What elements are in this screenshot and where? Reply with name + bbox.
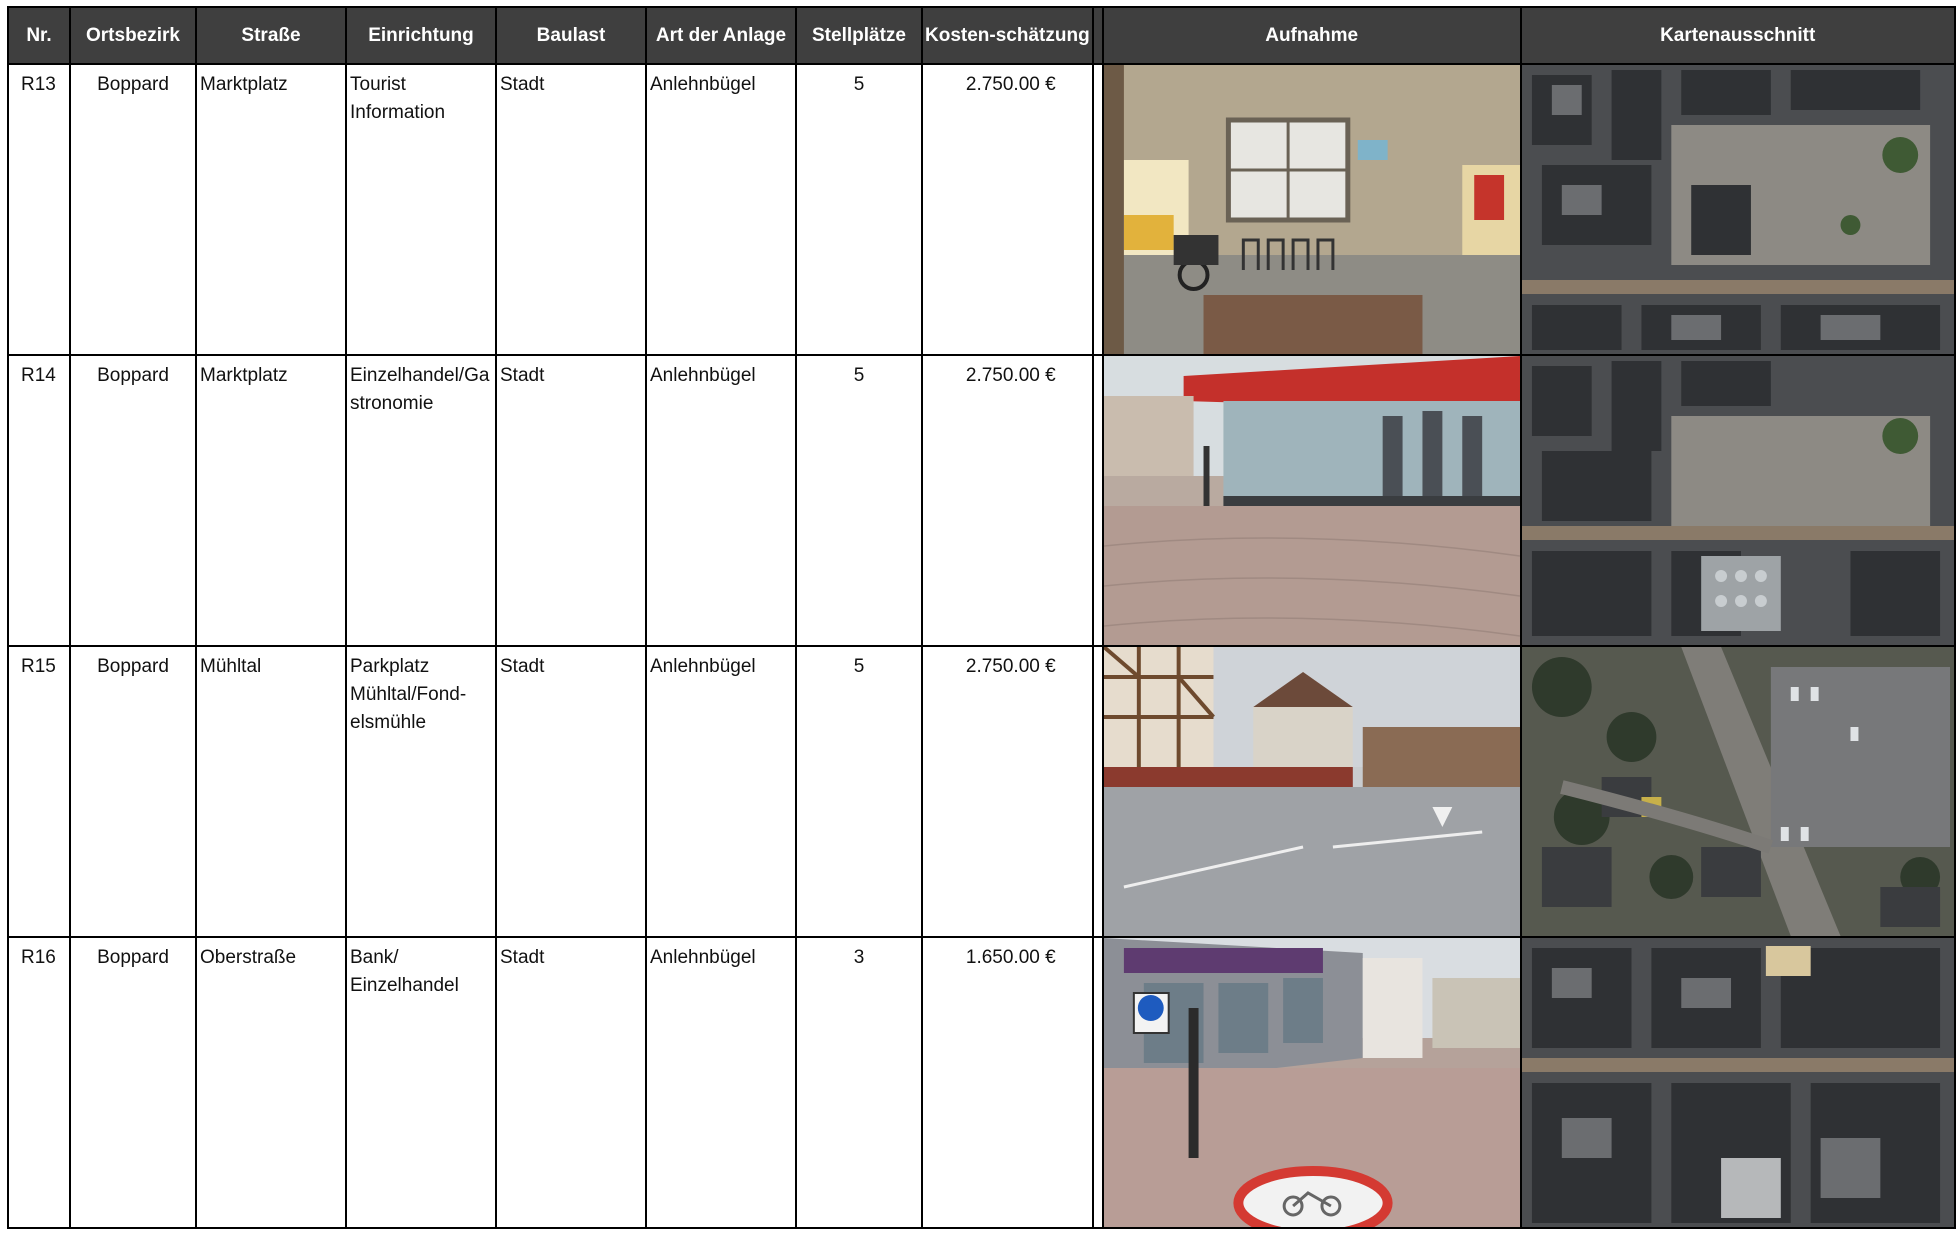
cell-nr: R13 — [7, 63, 71, 356]
baulast-value: Stadt — [500, 74, 545, 95]
strasse-value: Oberstraße — [200, 947, 297, 968]
cell-einrichtung: Tourist Information — [345, 63, 497, 356]
header-einrichtung: Einrichtung — [345, 6, 497, 65]
nr-value: R16 — [21, 947, 56, 968]
table-row: R13 Boppard Marktplatz Tourist Informati… — [7, 63, 1956, 356]
cell-ortsbezirk: Boppard — [69, 354, 197, 647]
einrichtung-line: Mühltal/Fond- — [350, 684, 467, 705]
baulast-value: Stadt — [500, 365, 545, 386]
einrichtung-line: elsmühle — [350, 712, 427, 733]
baulast-value: Stadt — [500, 656, 545, 677]
cell-ortsbezirk: Boppard — [69, 645, 197, 938]
cell-ortsbezirk: Boppard — [69, 63, 197, 356]
art-value: Anlehnbügel — [650, 947, 756, 968]
kosten-value: 1.650.00 € — [965, 947, 1056, 968]
cell-strasse: Marktplatz — [195, 63, 347, 356]
header-kosten: Kosten-schätzung — [921, 6, 1094, 65]
kosten-value: 2.750.00 € — [965, 74, 1056, 95]
art-value: Anlehnbügel — [650, 656, 756, 677]
ortsbezirk-value: Boppard — [97, 365, 169, 386]
cell-stellplaetze: 3 — [795, 936, 923, 1229]
einrichtung-line: Einzelhandel/Ga — [350, 365, 490, 386]
cell-strasse: Mühltal — [195, 645, 347, 938]
nr-value: R13 — [21, 74, 56, 95]
header-karte: Kartenausschnitt — [1519, 6, 1956, 65]
einrichtung-line: Einzelhandel — [350, 975, 459, 996]
table-row: R15 Boppard Mühltal Parkplatz Mühltal/Fo… — [7, 645, 1956, 938]
nr-value: R14 — [21, 365, 56, 386]
baulast-value: Stadt — [500, 947, 545, 968]
cell-baulast: Stadt — [495, 936, 647, 1229]
einrichtung-line: Bank/ — [350, 947, 399, 968]
bike-parking-table: Nr. Ortsbezirk Straße Einrichtung Baulas… — [7, 6, 1956, 1229]
cell-kosten: 2.750.00 € — [921, 645, 1094, 938]
cell-einrichtung: Parkplatz Mühltal/Fond- elsmühle — [345, 645, 497, 938]
header-baulast: Baulast — [495, 6, 647, 65]
cell-baulast: Stadt — [495, 645, 647, 938]
einrichtung-line: Tourist — [350, 74, 406, 95]
oberstrasse-aerial-map — [1519, 936, 1956, 1229]
cell-art: Anlehnbügel — [645, 936, 797, 1229]
cell-kosten: 2.750.00 € — [921, 354, 1094, 647]
cell-ortsbezirk: Boppard — [69, 936, 197, 1229]
stellplaetze-value: 5 — [853, 365, 865, 386]
header-ortsbezirk: Ortsbezirk — [69, 6, 197, 65]
cell-strasse: Marktplatz — [195, 354, 347, 647]
header-strasse: Straße — [195, 6, 347, 65]
einrichtung-line: Parkplatz — [350, 656, 430, 677]
einrichtung-line: Information — [350, 102, 446, 123]
stellplaetze-value: 5 — [853, 74, 865, 95]
cell-einrichtung: Bank/ Einzelhandel — [345, 936, 497, 1229]
cell-stellplaetze: 5 — [795, 645, 923, 938]
cell-strasse: Oberstraße — [195, 936, 347, 1229]
ortsbezirk-value: Boppard — [97, 656, 169, 677]
muehltal-aerial-map — [1519, 645, 1956, 938]
einrichtung-line: stronomie — [350, 393, 434, 414]
art-value: Anlehnbügel — [650, 365, 756, 386]
header-stellplaetze: Stellplätze — [795, 6, 923, 65]
kosten-value: 2.750.00 € — [965, 365, 1056, 386]
cell-nr: R14 — [7, 354, 71, 647]
art-value: Anlehnbügel — [650, 74, 756, 95]
cell-baulast: Stadt — [495, 63, 647, 356]
marktplatz-aerial-map — [1519, 63, 1956, 356]
cell-art: Anlehnbügel — [645, 354, 797, 647]
pedestrian-street-photo — [1101, 936, 1522, 1229]
cell-art: Anlehnbügel — [645, 63, 797, 356]
cell-einrichtung: Einzelhandel/Ga stronomie — [345, 354, 497, 647]
cell-kosten: 1.650.00 € — [921, 936, 1094, 1229]
tourist-info-bike-rack-photo — [1101, 63, 1522, 356]
strasse-value: Marktplatz — [200, 74, 288, 95]
header-gap — [1091, 6, 1104, 65]
nr-value: R15 — [21, 656, 56, 677]
cell-baulast: Stadt — [495, 354, 647, 647]
cell-art: Anlehnbügel — [645, 645, 797, 938]
shop-window-pavement-photo — [1101, 354, 1522, 647]
table-row: R16 Boppard Oberstraße Bank/ Einzelhande… — [7, 936, 1956, 1229]
header-aufnahme: Aufnahme — [1101, 6, 1522, 65]
header-row: Nr. Ortsbezirk Straße Einrichtung Baulas… — [7, 6, 1956, 65]
cell-kosten: 2.750.00 € — [921, 63, 1094, 356]
ortsbezirk-value: Boppard — [97, 74, 169, 95]
table-row: R14 Boppard Marktplatz Einzelhandel/Ga s… — [7, 354, 1956, 647]
strasse-value: Marktplatz — [200, 365, 288, 386]
cell-nr: R16 — [7, 936, 71, 1229]
stellplaetze-value: 3 — [853, 947, 865, 968]
header-nr: Nr. — [7, 6, 71, 65]
ortsbezirk-value: Boppard — [97, 947, 169, 968]
cell-nr: R15 — [7, 645, 71, 938]
header-art: Art der Anlage — [645, 6, 797, 65]
cell-stellplaetze: 5 — [795, 63, 923, 356]
marktplatz-aerial-map — [1519, 354, 1956, 647]
kosten-value: 2.750.00 € — [965, 656, 1056, 677]
stellplaetze-value: 5 — [853, 656, 865, 677]
parking-lot-photo — [1101, 645, 1522, 938]
cell-stellplaetze: 5 — [795, 354, 923, 647]
strasse-value: Mühltal — [200, 656, 262, 677]
